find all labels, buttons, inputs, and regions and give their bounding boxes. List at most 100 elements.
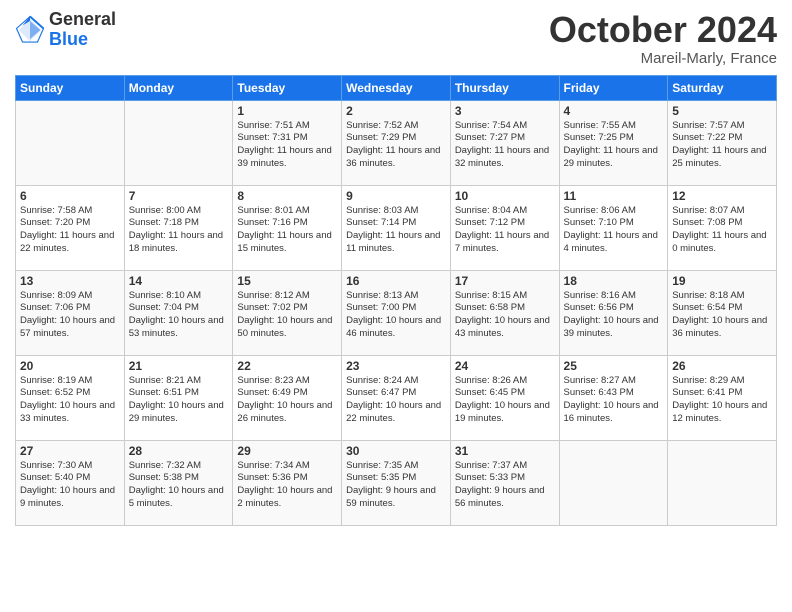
- calendar-cell: 1Sunrise: 7:51 AMSunset: 7:31 PMDaylight…: [233, 100, 342, 185]
- month-title: October 2024: [549, 10, 777, 50]
- calendar-week-row: 13Sunrise: 8:09 AMSunset: 7:06 PMDayligh…: [16, 270, 777, 355]
- calendar-cell: 21 Sunrise: 8:21 AMSunset: 6:51 PMDayligh…: [124, 355, 233, 440]
- calendar-cell: 9 Sunrise: 8:03 AMSunset: 7:14 PMDaylight…: [342, 185, 451, 270]
- header-day: Tuesday: [233, 75, 342, 100]
- calendar-table: SundayMondayTuesdayWednesdayThursdayFrid…: [15, 75, 777, 526]
- calendar-week-row: 1Sunrise: 7:51 AMSunset: 7:31 PMDaylight…: [16, 100, 777, 185]
- calendar-cell: 2 Sunrise: 7:52 AMSunset: 7:29 PMDaylight…: [342, 100, 451, 185]
- day-number: 3: [455, 104, 555, 118]
- calendar-cell: 15 Sunrise: 8:12 AMSunset: 7:02 PMDayligh…: [233, 270, 342, 355]
- calendar-cell: 17 Sunrise: 8:15 AMSunset: 6:58 PMDayligh…: [450, 270, 559, 355]
- calendar-cell: 27 Sunrise: 7:30 AMSunset: 5:40 PMDayligh…: [16, 440, 125, 525]
- day-number: 2: [346, 104, 446, 118]
- calendar-body: 1Sunrise: 7:51 AMSunset: 7:31 PMDaylight…: [16, 100, 777, 525]
- calendar-cell: 22Sunrise: 8:23 AMSunset: 6:49 PMDayligh…: [233, 355, 342, 440]
- cell-content: Sunrise: 7:57 AMSunset: 7:22 PMDaylight:…: [672, 120, 772, 171]
- calendar-week-row: 6 Sunrise: 7:58 AMSunset: 7:20 PMDaylight…: [16, 185, 777, 270]
- cell-content: Sunrise: 7:32 AMSunset: 5:38 PMDaylight:…: [129, 460, 229, 511]
- calendar-cell: 25 Sunrise: 8:27 AMSunset: 6:43 PMDayligh…: [559, 355, 668, 440]
- cell-content: Sunrise: 8:26 AMSunset: 6:45 PMDaylight:…: [455, 375, 555, 426]
- calendar-week-row: 20Sunrise: 8:19 AMSunset: 6:52 PMDayligh…: [16, 355, 777, 440]
- header-day: Sunday: [16, 75, 125, 100]
- calendar-cell: 14 Sunrise: 8:10 AMSunset: 7:04 PMDayligh…: [124, 270, 233, 355]
- cell-content: Sunrise: 8:24 AMSunset: 6:47 PMDaylight:…: [346, 375, 446, 426]
- logo: General Blue: [15, 10, 116, 50]
- header-day: Friday: [559, 75, 668, 100]
- day-number: 24: [455, 359, 555, 373]
- calendar-cell: 16 Sunrise: 8:13 AMSunset: 7:00 PMDayligh…: [342, 270, 451, 355]
- cell-content: Sunrise: 8:01 AMSunset: 7:16 PMDaylight:…: [237, 205, 337, 256]
- day-number: 14: [129, 274, 229, 288]
- calendar-cell: 30 Sunrise: 7:35 AMSunset: 5:35 PMDayligh…: [342, 440, 451, 525]
- calendar-cell: [124, 100, 233, 185]
- calendar-week-row: 27 Sunrise: 7:30 AMSunset: 5:40 PMDayligh…: [16, 440, 777, 525]
- day-number: 19: [672, 274, 772, 288]
- cell-content: Sunrise: 7:34 AMSunset: 5:36 PMDaylight:…: [237, 460, 337, 511]
- calendar-cell: 7 Sunrise: 8:00 AMSunset: 7:18 PMDaylight…: [124, 185, 233, 270]
- day-number: 11: [564, 189, 664, 203]
- logo-blue: Blue: [49, 30, 116, 50]
- cell-content: Sunrise: 8:10 AMSunset: 7:04 PMDaylight:…: [129, 290, 229, 341]
- day-number: 12: [672, 189, 772, 203]
- cell-content: Sunrise: 8:18 AMSunset: 6:54 PMDaylight:…: [672, 290, 772, 341]
- cell-content: Sunrise: 7:35 AMSunset: 5:35 PMDaylight:…: [346, 460, 446, 511]
- cell-content: Sunrise: 7:30 AMSunset: 5:40 PMDaylight:…: [20, 460, 120, 511]
- calendar-cell: 31 Sunrise: 7:37 AMSunset: 5:33 PMDayligh…: [450, 440, 559, 525]
- day-number: 28: [129, 444, 229, 458]
- day-number: 8: [237, 189, 337, 203]
- cell-content: Sunrise: 7:52 AMSunset: 7:29 PMDaylight:…: [346, 120, 446, 171]
- header: General Blue October 2024 Mareil-Marly, …: [15, 10, 777, 67]
- calendar-cell: [559, 440, 668, 525]
- day-number: 29: [237, 444, 337, 458]
- cell-content: Sunrise: 8:13 AMSunset: 7:00 PMDaylight:…: [346, 290, 446, 341]
- day-number: 30: [346, 444, 446, 458]
- day-number: 16: [346, 274, 446, 288]
- day-number: 6: [20, 189, 120, 203]
- day-number: 31: [455, 444, 555, 458]
- calendar-header: SundayMondayTuesdayWednesdayThursdayFrid…: [16, 75, 777, 100]
- cell-content: Sunrise: 8:15 AMSunset: 6:58 PMDaylight:…: [455, 290, 555, 341]
- logo-icon: [15, 15, 45, 45]
- header-row: SundayMondayTuesdayWednesdayThursdayFrid…: [16, 75, 777, 100]
- calendar-cell: [668, 440, 777, 525]
- cell-content: Sunrise: 8:03 AMSunset: 7:14 PMDaylight:…: [346, 205, 446, 256]
- cell-content: Sunrise: 8:29 AMSunset: 6:41 PMDaylight:…: [672, 375, 772, 426]
- cell-content: Sunrise: 8:27 AMSunset: 6:43 PMDaylight:…: [564, 375, 664, 426]
- day-number: 17: [455, 274, 555, 288]
- calendar-cell: 10Sunrise: 8:04 AMSunset: 7:12 PMDayligh…: [450, 185, 559, 270]
- header-day: Thursday: [450, 75, 559, 100]
- calendar-cell: 23 Sunrise: 8:24 AMSunset: 6:47 PMDayligh…: [342, 355, 451, 440]
- calendar-cell: 24 Sunrise: 8:26 AMSunset: 6:45 PMDayligh…: [450, 355, 559, 440]
- header-day: Saturday: [668, 75, 777, 100]
- subtitle: Mareil-Marly, France: [549, 50, 777, 67]
- calendar-cell: [16, 100, 125, 185]
- calendar-cell: 8 Sunrise: 8:01 AMSunset: 7:16 PMDaylight…: [233, 185, 342, 270]
- cell-content: Sunrise: 8:21 AMSunset: 6:51 PMDaylight:…: [129, 375, 229, 426]
- day-number: 27: [20, 444, 120, 458]
- cell-content: Sunrise: 8:00 AMSunset: 7:18 PMDaylight:…: [129, 205, 229, 256]
- cell-content: Sunrise: 8:12 AMSunset: 7:02 PMDaylight:…: [237, 290, 337, 341]
- day-number: 25: [564, 359, 664, 373]
- calendar-cell: 19 Sunrise: 8:18 AMSunset: 6:54 PMDayligh…: [668, 270, 777, 355]
- calendar-cell: 4 Sunrise: 7:55 AMSunset: 7:25 PMDaylight…: [559, 100, 668, 185]
- cell-content: Sunrise: 8:19 AMSunset: 6:52 PMDaylight:…: [20, 375, 120, 426]
- day-number: 9: [346, 189, 446, 203]
- day-number: 1: [237, 104, 337, 118]
- header-day: Monday: [124, 75, 233, 100]
- day-number: 15: [237, 274, 337, 288]
- calendar-cell: 18Sunrise: 8:16 AMSunset: 6:56 PMDayligh…: [559, 270, 668, 355]
- day-number: 22: [237, 359, 337, 373]
- calendar-cell: 3Sunrise: 7:54 AMSunset: 7:27 PMDaylight…: [450, 100, 559, 185]
- header-day: Wednesday: [342, 75, 451, 100]
- day-number: 4: [564, 104, 664, 118]
- cell-content: Sunrise: 7:58 AMSunset: 7:20 PMDaylight:…: [20, 205, 120, 256]
- cell-content: Sunrise: 7:37 AMSunset: 5:33 PMDaylight:…: [455, 460, 555, 511]
- logo-text: General Blue: [49, 10, 116, 50]
- day-number: 7: [129, 189, 229, 203]
- day-number: 18: [564, 274, 664, 288]
- cell-content: Sunrise: 7:55 AMSunset: 7:25 PMDaylight:…: [564, 120, 664, 171]
- title-block: October 2024 Mareil-Marly, France: [549, 10, 777, 67]
- day-number: 21: [129, 359, 229, 373]
- day-number: 23: [346, 359, 446, 373]
- day-number: 13: [20, 274, 120, 288]
